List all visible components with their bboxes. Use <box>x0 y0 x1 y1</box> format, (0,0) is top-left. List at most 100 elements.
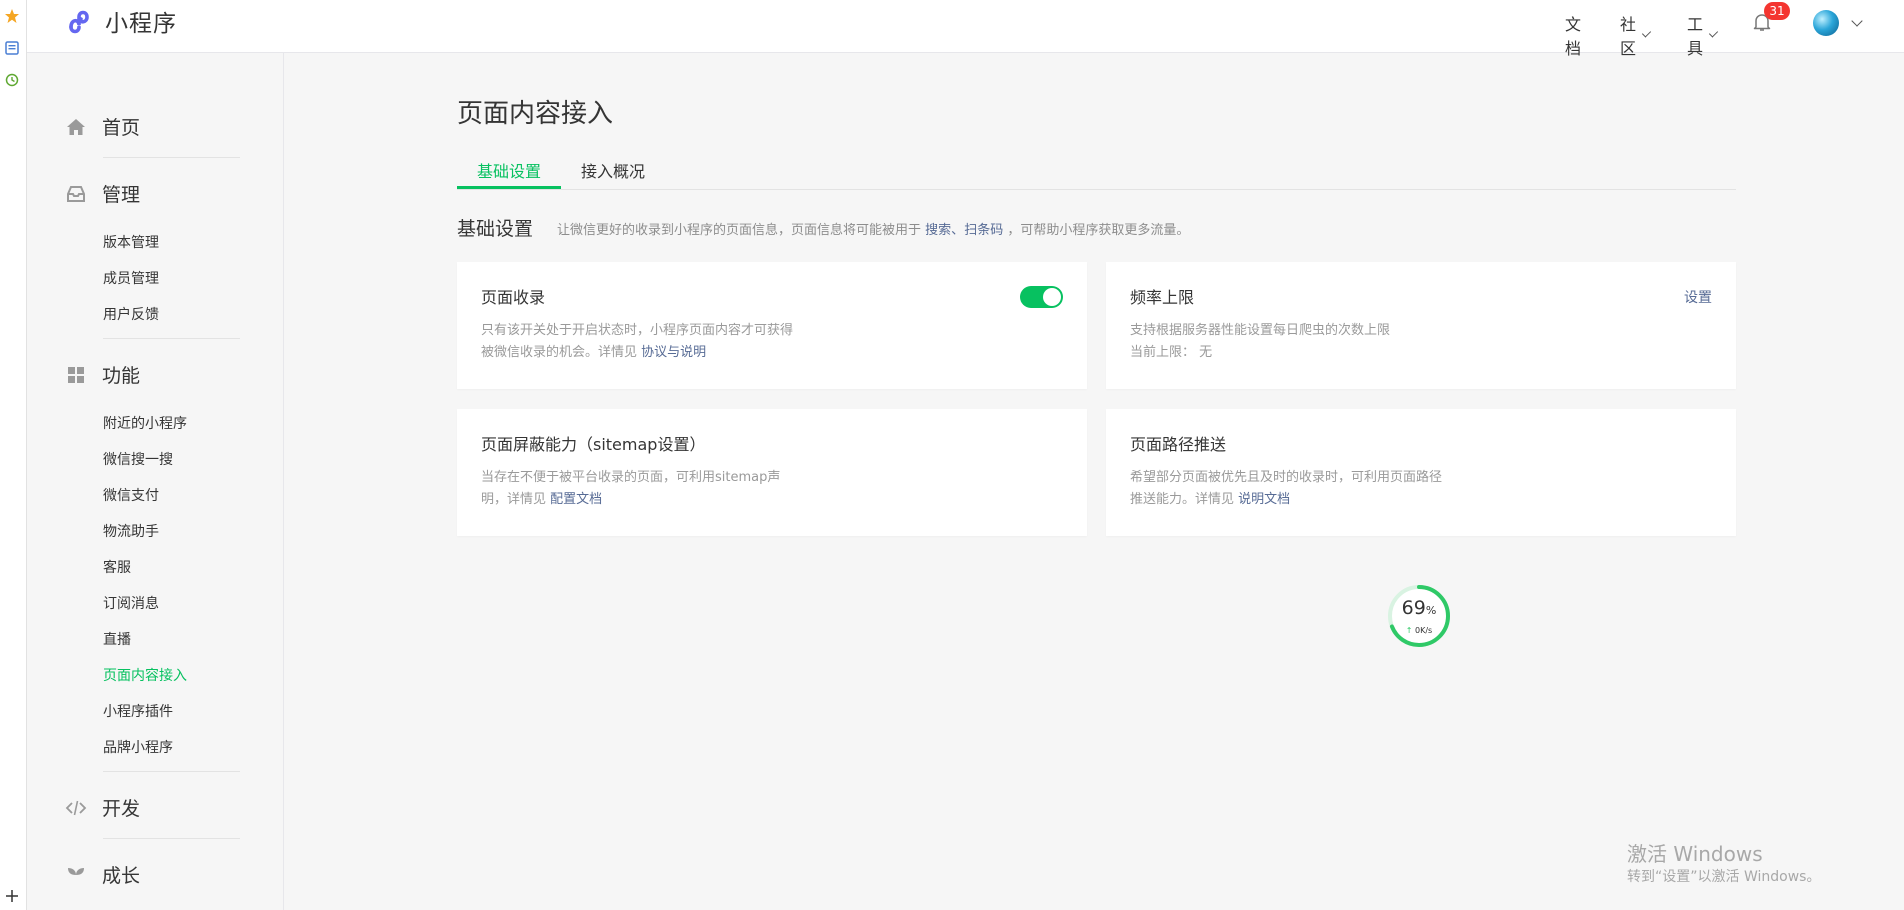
config-doc-link[interactable]: 配置文档 <box>550 492 602 507</box>
agreement-link[interactable]: 协议与说明 <box>641 345 706 360</box>
notification-badge: 31 <box>1764 2 1790 20</box>
card-title: 页面收录 <box>481 288 546 307</box>
sidebar-group-develop[interactable]: 开发 <box>65 794 140 821</box>
toggle-knob <box>1043 288 1061 306</box>
sidebar-item-members[interactable]: 成员管理 <box>103 268 159 288</box>
sprout-icon <box>65 864 87 886</box>
card-path-push: 页面路径推送 希望部分页面被优先且及时的收录时，可利用页面路径 推送能力。详情见… <box>1106 409 1736 536</box>
card-desc-line: 希望部分页面被优先且及时的收录时，可利用页面路径 <box>1130 470 1443 485</box>
reading-list-icon[interactable] <box>4 40 20 56</box>
speed-widget[interactable]: 69% ↑ 0K/s <box>1387 584 1451 648</box>
card-desc-line: 明，详情见 配置文档 <box>481 489 780 511</box>
notification-button[interactable]: 31 <box>1752 2 1790 34</box>
sidebar-item-search[interactable]: 微信搜一搜 <box>103 449 173 469</box>
sidebar-group-label: 开发 <box>102 798 141 820</box>
tab-basic-settings[interactable]: 基础设置 <box>477 158 541 182</box>
windows-watermark-subtitle: 转到“设置”以激活 Windows。 <box>1627 869 1821 885</box>
card-desc-prefix: 明，详情见 <box>481 492 547 507</box>
active-tab-indicator <box>457 186 561 189</box>
sidebar-group-label: 首页 <box>102 117 141 139</box>
card-page-index: 页面收录 只有该开关处于开启状态时，小程序页面内容才可获得 被微信收录的机会。详… <box>457 262 1087 389</box>
nav-community[interactable]: 社区 <box>1619 11 1652 59</box>
chevron-down-icon <box>1641 27 1652 38</box>
card-desc-line: 只有该开关处于开启状态时，小程序页面内容才可获得 <box>481 323 794 338</box>
sidebar-item-feedback[interactable]: 用户反馈 <box>103 304 159 324</box>
card-description: 希望部分页面被优先且及时的收录时，可利用页面路径 推送能力。详情见 说明文档 <box>1130 467 1442 511</box>
inbox-icon <box>65 183 87 205</box>
sidebar-item-page-content[interactable]: 页面内容接入 <box>103 665 187 685</box>
card-title: 频率上限 <box>1130 288 1195 307</box>
top-header: 小程序 文档 社区 工具 31 <box>27 0 1904 58</box>
page-index-toggle[interactable] <box>1020 286 1063 308</box>
section-desc-prefix: 让微信更好的收录到小程序的页面信息，页面信息将可能被用于 <box>557 223 922 238</box>
browser-sidebar <box>0 0 27 910</box>
card-sitemap: 页面屏蔽能力（sitemap设置） 当存在不便于被平台收录的页面，可利用site… <box>457 409 1087 536</box>
speed-percent: 69% <box>1387 597 1451 619</box>
section-desc-suffix: ，可帮助小程序获取更多流量。 <box>1007 223 1190 238</box>
card-title: 页面屏蔽能力（sitemap设置） <box>481 435 706 454</box>
tab-overview[interactable]: 接入概况 <box>581 158 645 182</box>
search-link[interactable]: 搜索 <box>925 223 951 238</box>
section-description: 让微信更好的收录到小程序的页面信息，页面信息将可能被用于 搜索、扫条码 ，可帮助… <box>557 219 1189 238</box>
sidebar-item-version[interactable]: 版本管理 <box>103 232 159 252</box>
sidebar-group-label: 成长 <box>102 865 141 887</box>
sidebar-group-growth[interactable]: 成长 <box>65 861 140 888</box>
card-description: 只有该开关处于开启状态时，小程序页面内容才可获得 被微信收录的机会。详情见 协议… <box>481 320 793 364</box>
sidebar-item-service[interactable]: 客服 <box>103 557 131 577</box>
tab-bar: 基础设置 接入概况 <box>457 152 1736 190</box>
sidebar-item-live[interactable]: 直播 <box>103 629 131 649</box>
sidebar-group-manage[interactable]: 管理 <box>65 180 140 207</box>
speed-rate-value: 0K/s <box>1415 626 1433 635</box>
sidebar-group-features[interactable]: 功能 <box>65 361 140 388</box>
card-desc-line: 当前上限： 无 <box>1130 345 1213 360</box>
sidebar-item-brand[interactable]: 品牌小程序 <box>103 737 173 757</box>
scan-link[interactable]: 扫条码 <box>964 223 1003 238</box>
speed-percent-value: 69 <box>1401 597 1426 619</box>
card-desc-prefix: 推送能力。详情见 <box>1130 492 1235 507</box>
card-desc-line: 当存在不便于被平台收录的页面，可利用sitemap声 <box>481 470 781 485</box>
sidebar-item-nearby[interactable]: 附近的小程序 <box>103 413 187 433</box>
sidebar-item-subscribe[interactable]: 订阅消息 <box>103 593 159 613</box>
grid-icon <box>65 364 87 386</box>
separator: 、 <box>951 223 965 238</box>
chevron-down-icon <box>1851 14 1863 27</box>
star-icon[interactable] <box>4 8 20 24</box>
card-description: 支持根据服务器性能设置每日爬虫的次数上限 当前上限： 无 <box>1130 320 1390 364</box>
card-desc-prefix: 被微信收录的机会。详情见 <box>481 345 638 360</box>
card-description: 当存在不便于被平台收录的页面，可利用sitemap声 明，详情见 配置文档 <box>481 467 780 511</box>
app-title: 小程序 <box>105 11 177 37</box>
card-title: 页面路径推送 <box>1130 435 1227 454</box>
chevron-down-icon <box>1708 27 1719 38</box>
card-desc-line: 被微信收录的机会。详情见 协议与说明 <box>481 342 793 364</box>
sidebar-item-plugins[interactable]: 小程序插件 <box>103 701 173 721</box>
page-title: 页面内容接入 <box>457 99 614 129</box>
app-logo[interactable]: 小程序 <box>65 4 177 38</box>
divider <box>103 338 240 339</box>
percent-sign: % <box>1425 604 1437 617</box>
avatar <box>1813 10 1839 36</box>
explain-doc-link[interactable]: 说明文档 <box>1238 492 1290 507</box>
divider <box>103 838 240 839</box>
sidebar-group-label: 功能 <box>102 365 141 387</box>
sidebar-item-pay[interactable]: 微信支付 <box>103 485 159 505</box>
card-rate-limit: 频率上限 设置 支持根据服务器性能设置每日爬虫的次数上限 当前上限： 无 <box>1106 262 1736 389</box>
speed-rate: ↑ 0K/s <box>1387 626 1451 635</box>
history-icon[interactable] <box>4 72 20 88</box>
sidebar-group-label: 管理 <box>102 184 141 206</box>
nav-tools[interactable]: 工具 <box>1686 11 1719 59</box>
nav-tools-label: 工具 <box>1686 15 1703 58</box>
card-desc-line: 推送能力。详情见 说明文档 <box>1130 489 1442 511</box>
sidebar-group-home[interactable]: 首页 <box>65 113 140 140</box>
home-icon <box>65 116 87 138</box>
divider <box>103 771 240 772</box>
nav-community-label: 社区 <box>1619 15 1636 58</box>
add-icon[interactable] <box>4 888 20 904</box>
sidebar: 首页 管理 版本管理 成员管理 用户反馈 功能 附近的小程序 微信搜一搜 微信支… <box>27 53 284 910</box>
user-menu[interactable] <box>1813 10 1863 36</box>
up-arrow-icon: ↑ <box>1405 626 1413 635</box>
nav-docs[interactable]: 文档 <box>1565 11 1581 59</box>
windows-watermark-title: 激活 Windows <box>1627 842 1763 866</box>
card-desc-line: 支持根据服务器性能设置每日爬虫的次数上限 <box>1130 323 1391 338</box>
rate-limit-settings-link[interactable]: 设置 <box>1684 287 1712 307</box>
sidebar-item-logistics[interactable]: 物流助手 <box>103 521 159 541</box>
